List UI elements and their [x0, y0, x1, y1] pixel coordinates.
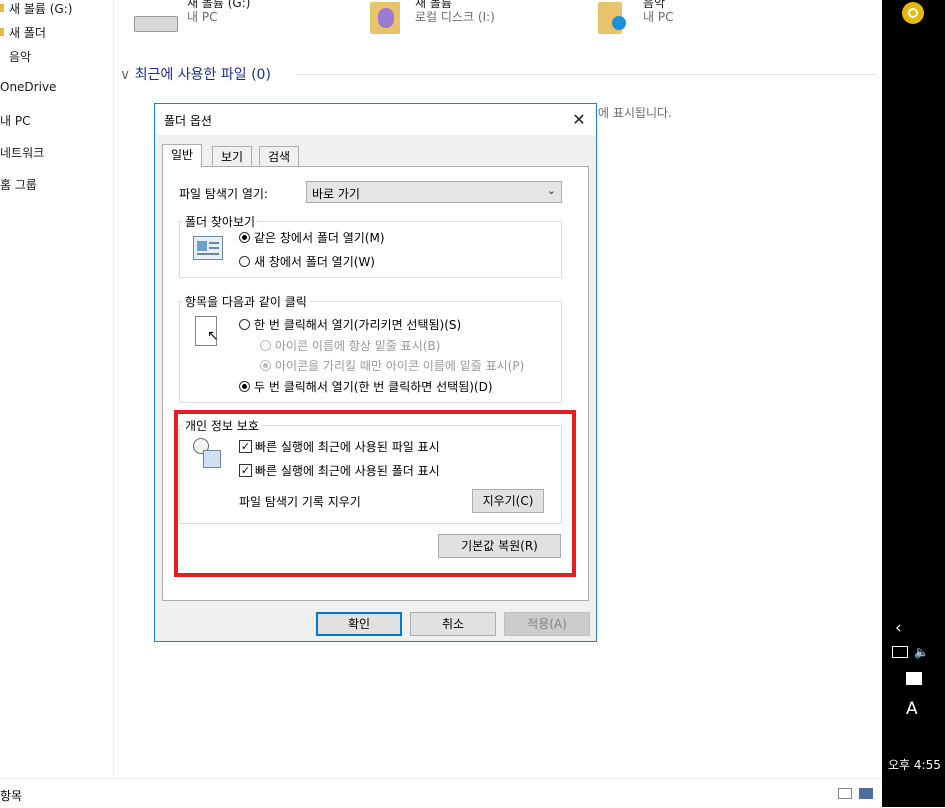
recent-files-header[interactable]: ∨ 최근에 사용한 파일 (0): [120, 64, 271, 84]
hard-drive-icon: [134, 16, 178, 32]
nav-item-homegroup[interactable]: 홈 그룹: [0, 176, 37, 193]
ime-indicator[interactable]: A: [906, 699, 918, 719]
cancel-button[interactable]: 취소: [410, 612, 496, 636]
folder-icon: [0, 4, 4, 12]
notification-icon[interactable]: [906, 672, 922, 685]
navigation-pane: 새 볼륨 (G:) 새 폴더 음악 OneDrive 내 PC 네트워크 홈 그…: [0, 0, 114, 778]
chevron-down-icon: ⌄: [546, 184, 556, 197]
single-click-label[interactable]: 한 번 클릭해서 열기(가리키면 선택됨)(S): [254, 316, 461, 333]
nav-item-new-folder[interactable]: 새 폴더: [0, 24, 46, 41]
drive-g-sub: 내 PC: [187, 10, 218, 24]
close-button[interactable]: ✕: [565, 107, 593, 133]
open-new-window-label[interactable]: 새 창에서 폴더 열기(W): [254, 253, 375, 270]
music-note-icon: [612, 16, 626, 30]
click-items-group-label: 항목을 다음과 같이 클릭: [183, 293, 309, 310]
open-explorer-label: 파일 탐색기 열기:: [179, 187, 268, 201]
music-folder-sub: 내 PC: [643, 10, 674, 24]
tab-view[interactable]: 보기: [212, 146, 253, 167]
nav-item-this-pc[interactable]: 내 PC: [0, 112, 30, 129]
recent-divider: [296, 74, 876, 75]
open-same-window-radio[interactable]: [239, 232, 250, 243]
nav-item-music[interactable]: 음악: [9, 48, 31, 65]
show-hidden-icons-icon[interactable]: ‹: [895, 618, 902, 638]
nav-item-network[interactable]: 네트워크: [0, 144, 44, 161]
nav-item-onedrive[interactable]: OneDrive: [0, 80, 56, 94]
folder-icon: [0, 28, 4, 36]
chevron-down-icon: ∨: [120, 67, 131, 83]
nav-item-new-volume-g[interactable]: 새 볼륨 (G:): [0, 0, 72, 17]
status-bar: 항목: [0, 778, 882, 808]
open-same-window-label[interactable]: 같은 창에서 폴더 열기(M): [254, 229, 385, 246]
recent-empty-note: 에 표시됩니다.: [598, 106, 672, 120]
drive-g[interactable]: [134, 6, 178, 32]
tab-search[interactable]: 검색: [259, 146, 300, 167]
single-click-radio[interactable]: [239, 319, 250, 330]
volume-icon[interactable]: 🔈: [914, 645, 929, 659]
dialog-title: 폴더 옵션: [164, 114, 212, 128]
close-icon: ✕: [572, 110, 586, 129]
folder-options-dialog: 폴더 옵션 ✕ 일반 보기 검색 파일 탐색기 열기: 바로 가기 ⌄ 폴더 찾…: [154, 103, 597, 642]
underline-always-radio[interactable]: [260, 340, 271, 351]
double-click-radio[interactable]: [239, 381, 250, 392]
open-explorer-select[interactable]: 바로 가기 ⌄: [306, 181, 562, 203]
large-icons-view-icon[interactable]: [859, 788, 873, 799]
clock[interactable]: 오후 4:55: [888, 756, 941, 773]
underline-hover-label[interactable]: 아이콘을 가리킬 때만 아이콘 이름에 밑줄 표시(P): [275, 357, 524, 374]
cursor-icon: ↖: [195, 316, 219, 346]
media-icon: [378, 8, 394, 28]
window-icon: [193, 236, 223, 260]
status-item-count: 항목: [0, 789, 23, 803]
ok-button[interactable]: 확인: [316, 612, 402, 636]
details-view-icon[interactable]: [838, 788, 852, 799]
taskbar: ‹ 🔈 A 오후 4:55: [882, 0, 945, 807]
highlight-frame: [174, 410, 576, 577]
app-icon[interactable]: [902, 2, 924, 24]
double-click-label[interactable]: 두 번 클릭해서 열기(한 번 클릭하면 선택됨)(D): [254, 378, 493, 395]
apply-button[interactable]: 적용(A): [504, 612, 590, 636]
network-icon[interactable]: [892, 646, 908, 658]
drive-i[interactable]: [368, 0, 404, 36]
dialog-titlebar[interactable]: 폴더 옵션 ✕: [155, 104, 596, 135]
browse-folders-group-label: 폴더 찾아보기: [183, 213, 258, 230]
tab-general[interactable]: 일반: [162, 144, 203, 167]
drive-i-sub: 로컬 디스크 (I:): [415, 10, 495, 24]
open-new-window-radio[interactable]: [239, 256, 250, 267]
underline-always-label[interactable]: 아이콘 이름에 항상 밑줄 표시(B): [275, 337, 440, 354]
underline-hover-radio[interactable]: [260, 360, 271, 371]
music-folder[interactable]: [596, 0, 632, 36]
